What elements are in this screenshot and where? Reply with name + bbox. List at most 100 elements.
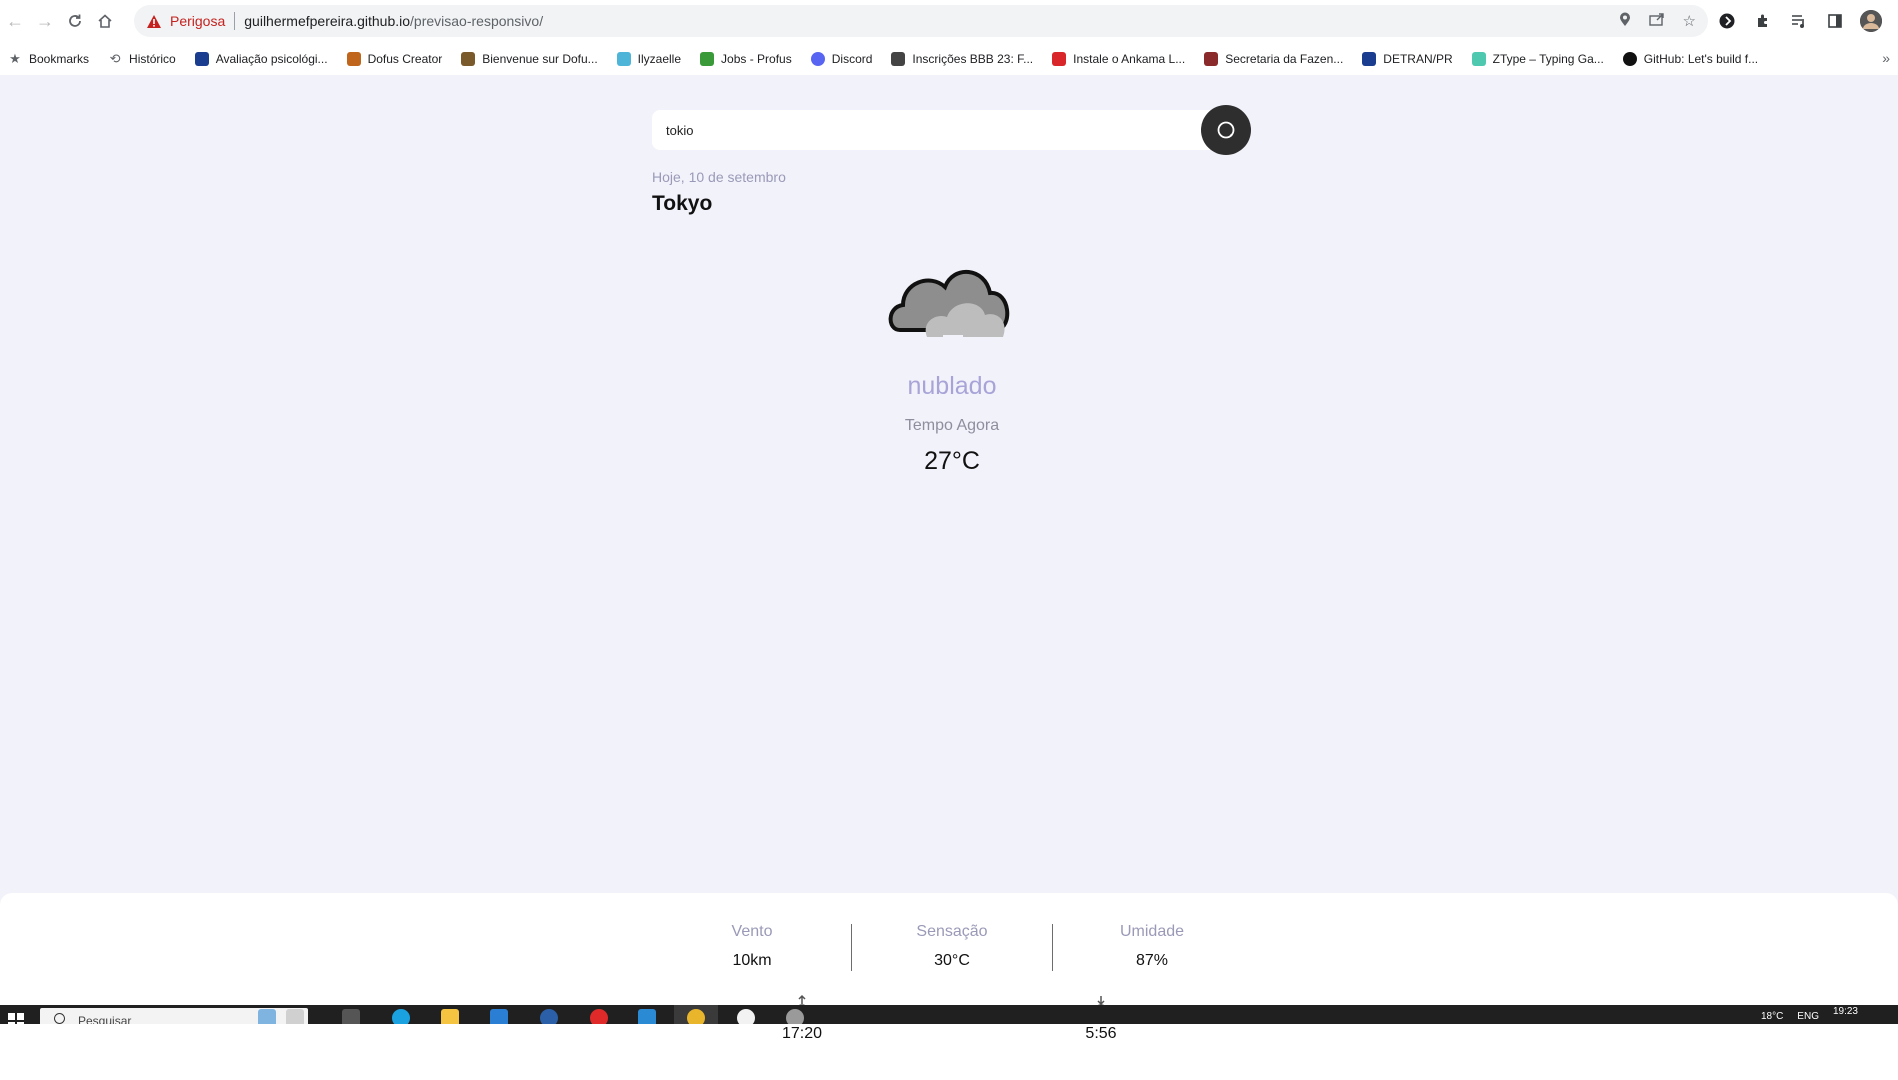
warning-icon[interactable] bbox=[146, 12, 164, 30]
address-separator bbox=[234, 12, 236, 30]
bookmark-label: ZType – Typing Ga... bbox=[1492, 51, 1604, 66]
bookmarks-bar: ★ Bookmarks ⟲ Histórico Avaliação psicológi.… bbox=[0, 42, 1898, 76]
taskbar-search-icon bbox=[54, 1013, 65, 1024]
file-explorer-icon[interactable] bbox=[441, 1009, 459, 1024]
site-icon bbox=[346, 51, 361, 66]
humidity-label: Umidade bbox=[1119, 923, 1185, 940]
site-icon bbox=[1471, 51, 1486, 66]
bookmark-item[interactable]: Discord bbox=[810, 51, 873, 66]
store-icon[interactable] bbox=[490, 1009, 508, 1024]
edge-icon[interactable] bbox=[392, 1009, 410, 1024]
media-queue-icon[interactable] bbox=[1788, 10, 1810, 32]
weather-page: Hoje, 10 de setembro Tokyo nublado Tempo… bbox=[0, 75, 1898, 1080]
bookmark-label: Secretaria da Fazen... bbox=[1225, 51, 1344, 66]
chrome-icon[interactable] bbox=[687, 1009, 705, 1024]
humidity-stat: Umidade 87% bbox=[1072, 923, 1232, 970]
site-icon bbox=[1362, 51, 1377, 66]
app-icon[interactable] bbox=[737, 1009, 755, 1024]
puzzle-icon[interactable] bbox=[1752, 10, 1774, 32]
settings-icon[interactable] bbox=[786, 1009, 804, 1024]
bookmark-label: GitHub: Let's build f... bbox=[1643, 51, 1759, 66]
bookmarks-overflow-icon[interactable]: » bbox=[1882, 50, 1890, 66]
url-host[interactable]: guilhermefpereira.github.io bbox=[244, 13, 410, 29]
url-path[interactable]: /previsao-responsivo/ bbox=[410, 13, 543, 29]
back-button[interactable]: ← bbox=[0, 6, 30, 36]
wind-value: 10km bbox=[732, 952, 772, 969]
bookmark-label: Inscrições BBB 23: F... bbox=[912, 51, 1034, 66]
search-form bbox=[652, 105, 1252, 155]
side-panel-icon[interactable] bbox=[1824, 10, 1846, 32]
discord-icon bbox=[810, 51, 825, 66]
bookmark-item[interactable]: DETRAN/PR bbox=[1362, 51, 1453, 66]
now-label: Tempo Agora bbox=[904, 417, 1000, 434]
tray-language[interactable]: ENG bbox=[1797, 1011, 1819, 1022]
history-icon: ⟲ bbox=[109, 50, 121, 66]
bookmark-item[interactable]: Instale o Ankama L... bbox=[1052, 51, 1185, 66]
bookmark-label: Dofus Creator bbox=[367, 51, 443, 66]
tray-weather[interactable]: 18°C bbox=[1761, 1011, 1783, 1022]
share-icon[interactable] bbox=[1648, 12, 1665, 30]
bookmark-item[interactable]: ★ Bookmarks bbox=[8, 51, 90, 66]
search-input[interactable] bbox=[652, 110, 1232, 150]
search-icon bbox=[1217, 121, 1235, 139]
tray-clock[interactable]: 19:23 bbox=[1833, 1006, 1858, 1017]
extension-dark-icon[interactable] bbox=[1716, 10, 1738, 32]
site-icon bbox=[1204, 51, 1219, 66]
bookmark-item[interactable]: Inscrições BBB 23: F... bbox=[891, 51, 1034, 66]
city-name: Tokyo bbox=[652, 192, 713, 215]
github-icon bbox=[1622, 51, 1637, 66]
site-icon bbox=[616, 51, 631, 66]
bookmark-item[interactable]: Dofus Creator bbox=[346, 51, 443, 66]
bookmark-label: Bookmarks bbox=[29, 51, 90, 66]
bookmark-item[interactable]: Avaliação psicológi... bbox=[194, 51, 328, 66]
security-status[interactable]: Perigosa bbox=[170, 13, 225, 29]
feels-like-label: Sensação bbox=[916, 923, 988, 940]
bookmark-label: Histórico bbox=[129, 51, 176, 66]
bookmark-item[interactable]: Jobs - Profus bbox=[700, 51, 792, 66]
stat-divider bbox=[1052, 924, 1053, 971]
windows-start-icon[interactable] bbox=[8, 1013, 24, 1024]
address-bar-actions: ☆ bbox=[1619, 5, 1696, 37]
bookmark-item[interactable]: ⟲ Histórico bbox=[108, 50, 176, 66]
os-taskbar: Pesquisar 18°C ENG 19:23 bbox=[0, 1005, 1898, 1024]
bookmark-item[interactable]: Bienvenue sur Dofu... bbox=[461, 51, 598, 66]
bookmark-item[interactable]: Secretaria da Fazen... bbox=[1204, 51, 1344, 66]
vscode-icon[interactable] bbox=[638, 1009, 656, 1024]
task-view-icon[interactable] bbox=[342, 1009, 360, 1024]
bookmark-label: Avaliação psicológi... bbox=[215, 51, 328, 66]
forward-button[interactable]: → bbox=[30, 6, 60, 36]
site-icon bbox=[194, 51, 209, 66]
wind-stat: Vento 10km bbox=[672, 923, 832, 970]
mail-icon[interactable] bbox=[540, 1009, 558, 1024]
opera-icon[interactable] bbox=[590, 1009, 608, 1024]
bookmark-item[interactable]: ZType – Typing Ga... bbox=[1471, 51, 1604, 66]
cloud-icon bbox=[885, 255, 1020, 355]
taskbar-widget-icon[interactable] bbox=[258, 1009, 276, 1024]
home-button[interactable] bbox=[90, 6, 120, 36]
date-label: Hoje, 10 de setembro bbox=[652, 169, 786, 185]
bookmark-item[interactable]: Ilyzaelle bbox=[616, 51, 681, 66]
profile-avatar[interactable] bbox=[1860, 10, 1882, 32]
bookmark-label: Discord bbox=[831, 51, 873, 66]
site-icon bbox=[891, 51, 906, 66]
weather-description: nublado bbox=[907, 372, 997, 400]
bookmark-label: Bienvenue sur Dofu... bbox=[482, 51, 598, 66]
stat-divider bbox=[851, 924, 852, 971]
feels-like-stat: Sensação 30°C bbox=[872, 923, 1032, 970]
sunset-time: 17:20 bbox=[781, 1025, 823, 1042]
bookmark-item[interactable]: GitHub: Let's build f... bbox=[1622, 51, 1759, 66]
humidity-value: 87% bbox=[1135, 952, 1169, 969]
site-icon bbox=[461, 51, 476, 66]
address-bar[interactable]: Perigosa guilhermefpereira.github.io/pre… bbox=[134, 5, 1708, 37]
reload-button[interactable] bbox=[60, 6, 90, 36]
taskbar-pen-icon[interactable] bbox=[286, 1009, 304, 1024]
browser-toolbar: ← → Perigosa guilhermefpereira.github.io… bbox=[0, 0, 1898, 42]
details-panel: Vento 10km Sensação 30°C Umidade 87% 17:… bbox=[0, 893, 1898, 1080]
search-button[interactable] bbox=[1201, 105, 1251, 155]
location-icon[interactable] bbox=[1619, 12, 1631, 31]
site-icon bbox=[700, 51, 715, 66]
feels-like-value: 30°C bbox=[934, 952, 970, 969]
site-icon bbox=[1052, 51, 1067, 66]
bookmark-star-icon[interactable]: ☆ bbox=[1683, 12, 1696, 30]
bookmark-label: Jobs - Profus bbox=[721, 51, 792, 66]
